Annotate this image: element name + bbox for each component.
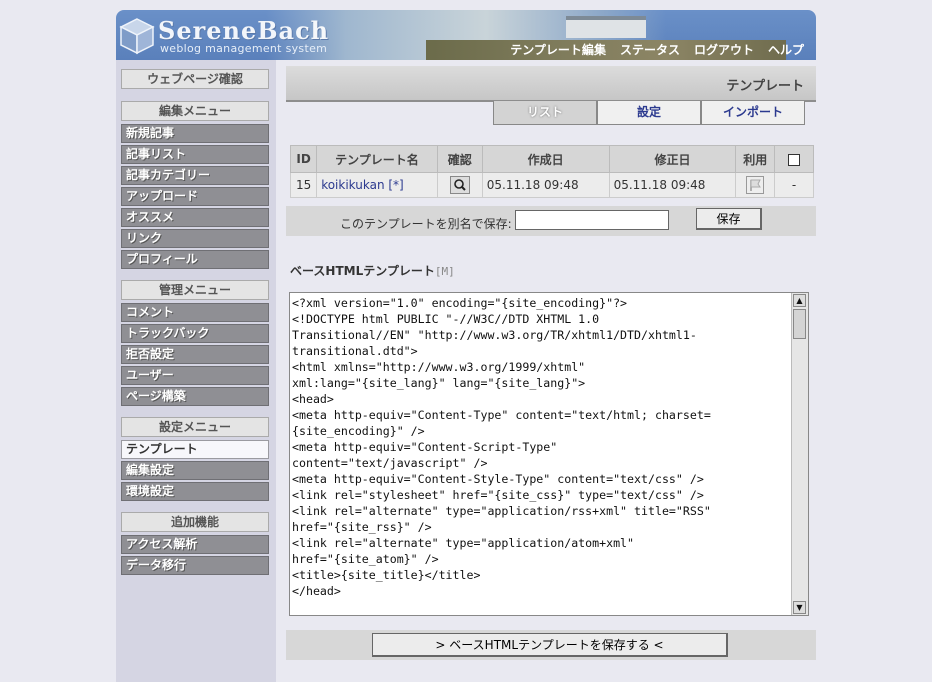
- sidebar-item-users[interactable]: ユーザー: [121, 366, 269, 385]
- editor-scrollbar[interactable]: ▲ ▼: [791, 293, 808, 615]
- cell-use: [735, 172, 776, 198]
- sidebar-item-trackback[interactable]: トラックバック: [121, 324, 269, 343]
- scroll-up-arrow-icon[interactable]: ▲: [793, 294, 806, 307]
- nav-logout[interactable]: ログアウト: [694, 41, 754, 58]
- top-navigation: テンプレート編集 ステータス ログアウト ヘルプ: [510, 41, 804, 58]
- cell-created: 05.11.18 09:48: [481, 172, 610, 198]
- col-header-created: 作成日: [481, 145, 610, 173]
- template-code[interactable]: <?xml version="1.0" encoding="{site_enco…: [290, 293, 792, 599]
- col-header-id: ID: [289, 145, 318, 173]
- settings-menu-heading: 設定メニュー: [121, 417, 269, 437]
- tab-list[interactable]: リスト: [493, 101, 597, 125]
- save-base-template-button[interactable]: > ベースHTMLテンプレートを保存する <: [372, 633, 728, 657]
- template-code-editor[interactable]: <?xml version="1.0" encoding="{site_enco…: [289, 292, 809, 616]
- sidebar-item-link[interactable]: リンク: [121, 229, 269, 248]
- magnifier-icon[interactable]: [449, 176, 470, 194]
- save-as-label: このテンプレートを別名で保存:: [340, 217, 512, 231]
- sidebar-item-profile[interactable]: プロフィール: [121, 250, 269, 269]
- sidebar-item-new-post[interactable]: 新規記事: [121, 124, 269, 143]
- page-title-bar: テンプレート: [286, 66, 816, 102]
- header-banner: SereneBach weblog management system テンプレ…: [116, 10, 816, 60]
- edit-menu-heading: 編集メニュー: [121, 101, 269, 121]
- select-all-checkbox[interactable]: [788, 153, 801, 166]
- admin-menu-heading: 管理メニュー: [121, 280, 269, 300]
- cell-view: [436, 172, 483, 198]
- scroll-thumb[interactable]: [793, 309, 806, 339]
- cell-id: 15: [289, 172, 318, 198]
- template-table: ID テンプレート名 確認 作成日 修正日 利用 15 koikikukan […: [289, 145, 814, 198]
- nav-template-edit[interactable]: テンプレート編集: [510, 41, 606, 58]
- base-template-heading: ベースHTMLテンプレート[M]: [290, 262, 455, 279]
- nav-status[interactable]: ステータス: [620, 41, 680, 58]
- cell-name: koikikukan [*]: [316, 172, 438, 198]
- save-base-template-bar: > ベースHTMLテンプレートを保存する <: [286, 630, 816, 660]
- col-header-modified: 修正日: [608, 145, 737, 173]
- house-image: [566, 16, 646, 38]
- col-header-select-all: [774, 145, 814, 173]
- tab-settings[interactable]: 設定: [597, 101, 701, 125]
- base-template-label: ベースHTMLテンプレート: [290, 264, 435, 278]
- sidebar-item-post-list[interactable]: 記事リスト: [121, 145, 269, 164]
- cell-last: -: [774, 172, 814, 198]
- table-row: 15 koikikukan [*] 05.11.18 09:48 05.11.1…: [289, 172, 814, 198]
- webpage-check-button[interactable]: ウェブページ確認: [121, 69, 269, 89]
- brand-tagline: weblog management system: [160, 42, 328, 55]
- save-as-bar: このテンプレートを別名で保存: 保存: [286, 206, 816, 236]
- brand-name: SereneBach: [158, 16, 330, 45]
- template-name-link[interactable]: koikikukan [*]: [321, 178, 404, 192]
- sidebar-item-access-analysis[interactable]: アクセス解析: [121, 535, 269, 554]
- col-header-use: 利用: [735, 145, 776, 173]
- sidebar-item-deny-settings[interactable]: 拒否設定: [121, 345, 269, 364]
- sidebar-item-edit-settings[interactable]: 編集設定: [121, 461, 269, 480]
- sidebar-item-page-build[interactable]: ページ構築: [121, 387, 269, 406]
- sidebar-item-data-migration[interactable]: データ移行: [121, 556, 269, 575]
- col-header-view: 確認: [436, 145, 483, 173]
- sidebar-item-upload[interactable]: アップロード: [121, 187, 269, 206]
- sidebar-item-template[interactable]: テンプレート: [121, 440, 269, 459]
- sidebar-item-recommend[interactable]: オススメ: [121, 208, 269, 227]
- nav-help[interactable]: ヘルプ: [768, 41, 804, 58]
- save-button[interactable]: 保存: [696, 208, 762, 230]
- col-header-name: テンプレート名: [316, 145, 438, 173]
- flag-icon[interactable]: [746, 176, 765, 194]
- base-template-marker: [M]: [434, 265, 455, 278]
- tab-bar: リスト 設定 インポート: [493, 101, 805, 125]
- sidebar-item-comment[interactable]: コメント: [121, 303, 269, 322]
- cell-modified: 05.11.18 09:48: [608, 172, 737, 198]
- cube-logo-icon: [119, 18, 155, 55]
- sidebar-item-post-category[interactable]: 記事カテゴリー: [121, 166, 269, 185]
- page-title: テンプレート: [726, 79, 804, 94]
- scroll-down-arrow-icon[interactable]: ▼: [793, 601, 806, 614]
- save-as-input[interactable]: [515, 210, 669, 230]
- table-header-row: ID テンプレート名 確認 作成日 修正日 利用: [289, 145, 814, 173]
- sidebar-item-environment-settings[interactable]: 環境設定: [121, 482, 269, 501]
- sidebar: ウェブページ確認 編集メニュー 新規記事 記事リスト 記事カテゴリー アップロー…: [116, 60, 276, 682]
- extra-menu-heading: 追加機能: [121, 512, 269, 532]
- tab-import[interactable]: インポート: [701, 101, 805, 125]
